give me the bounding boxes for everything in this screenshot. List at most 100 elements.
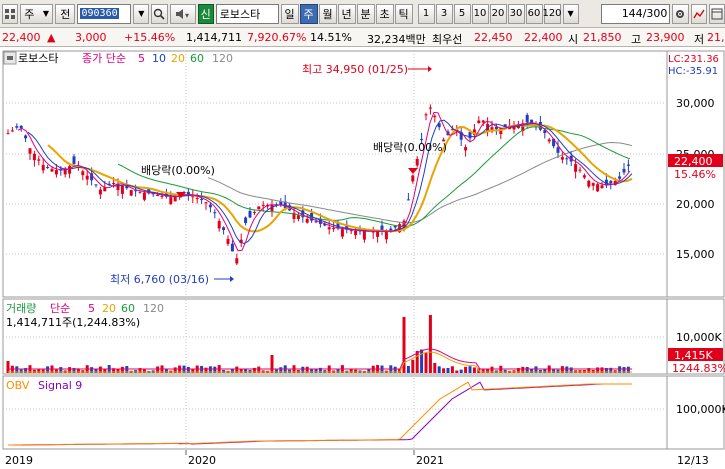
volume-bar [464,366,468,373]
x-label-2020: 2020 [188,454,216,467]
stock-code-value: 090360 [80,8,119,19]
candle-body [428,107,432,109]
candle-body [424,114,428,116]
period-tab-5[interactable]: 초 [375,3,394,24]
volume-legend-name: 거래량 [6,302,36,315]
period-tab-0[interactable]: 일 [280,3,299,24]
low-label: 저 [694,33,705,46]
interval-button-3[interactable]: 3 [435,3,453,24]
volume-bar [503,369,507,373]
price-change: 3,000 [75,31,107,44]
low-annotation: 최저 6,760 (03/16) [110,273,209,286]
period-tab-2[interactable]: 월 [318,3,337,24]
interval-button-10[interactable]: 10 [471,3,489,24]
candle-body [433,115,437,118]
candle-body [46,167,50,169]
trade-amount: 32,234백만 [367,33,426,46]
current-pct-label: 15.46% [674,168,716,181]
volume-legend-ma120: 120 [143,302,164,315]
candle-body [622,168,626,173]
candle-body [169,197,173,205]
candle-body [85,175,89,180]
candle-body [420,138,424,140]
interval-button-120[interactable]: 120 [542,3,562,24]
best-ask-label: 최우선 [432,33,463,46]
candle-body [134,190,138,192]
interval-button-60[interactable]: 60 [525,3,543,24]
period-tab-4[interactable]: 분 [356,3,375,24]
period-tab-6[interactable]: 틱 [394,3,413,24]
candle-body [217,221,221,229]
interval-button-30[interactable]: 30 [507,3,525,24]
y-tick-20000: 20,000 [676,198,715,211]
candle-body [578,169,582,171]
volume-legend-ma5: 5 [88,302,95,315]
volume-legend-ma20: 20 [102,302,116,315]
market-alt-button[interactable]: 전 [55,3,76,24]
dividend-annotation-2: 배당락(0.00%) [373,141,447,154]
high-price: 23,900 [646,31,685,44]
speaker-icon[interactable]: ▾ [169,3,196,24]
stock-code-input[interactable]: 090360 [77,3,132,24]
stock-name-field[interactable]: 로보스타 [215,3,279,24]
volume-bar [472,367,476,373]
legend-ma120: 120 [212,52,233,65]
period-tab-1[interactable]: 주 [299,3,318,24]
open-label: 시 [568,33,579,46]
candle-body [200,199,204,201]
volume-bar [591,369,595,373]
best-ask: 22,450 [474,31,513,44]
volume-bar [538,369,542,373]
candle-body [525,114,529,123]
candle-body [354,230,358,236]
candle-body [362,231,366,240]
volume-legend-ma60: 60 [121,302,135,315]
high-label: 고 [631,33,642,46]
turnover-rate: 14.51% [310,31,352,44]
market-select[interactable]: 주 ▼ [20,3,54,24]
candle-body [560,157,564,160]
candle-body [248,210,252,218]
volume-bar [437,366,441,373]
candle-body [411,175,415,182]
interval-button-20[interactable]: 20 [489,3,507,24]
legend-ma20: 20 [171,52,185,65]
candle-body [244,217,248,224]
candle-body [332,228,336,230]
candle-body [376,231,380,237]
name-badge[interactable]: 신 [197,3,214,24]
chevron-down-icon[interactable]: ▼ [562,3,579,24]
period-tabs: 일주월년분초틱 [280,3,413,24]
candle-body [120,185,124,194]
count-total: /300 [642,7,668,20]
candle-body [204,202,208,204]
legend-ma5: 5 [138,52,145,65]
candle-body [98,189,102,195]
candle-body [156,195,160,197]
candle-body [37,159,41,161]
search-icon[interactable] [151,3,168,24]
grid-icon[interactable] [2,3,19,24]
volume-legend-ma-label: 단순 [50,302,70,315]
current-price: 22,400 [2,31,41,44]
settings-icon[interactable] [672,3,689,24]
hc-label: HC:-35.91 [668,66,718,77]
code-dropdown-button[interactable]: ▼ [133,3,150,24]
window-icon[interactable] [708,3,725,24]
indicator-icon[interactable] [690,3,707,24]
interval-button-5[interactable]: 5 [453,3,471,24]
candle-body [547,139,551,142]
candle-body [6,133,10,135]
candle-body [208,204,212,208]
price-legend-ma-label: 종가 단순 [82,52,126,65]
volume-y-tick: 10,000K [676,331,722,344]
volume-bar [446,368,450,373]
current-price-label: 22,400 [674,155,713,168]
interval-button-1[interactable]: 1 [417,3,435,24]
volume-bar [442,368,446,373]
volume-bar [455,370,459,373]
quote-bar: 22,400 ▲ 3,000 +15.46% 1,414,711 7,920.6… [0,28,725,47]
stock-chart[interactable]: 로보스타 종가 단순 5 10 20 60 120 LC:231.36 HC:-… [0,47,725,469]
period-tab-3[interactable]: 년 [337,3,356,24]
data-count-input[interactable]: 144/300 [600,3,671,24]
